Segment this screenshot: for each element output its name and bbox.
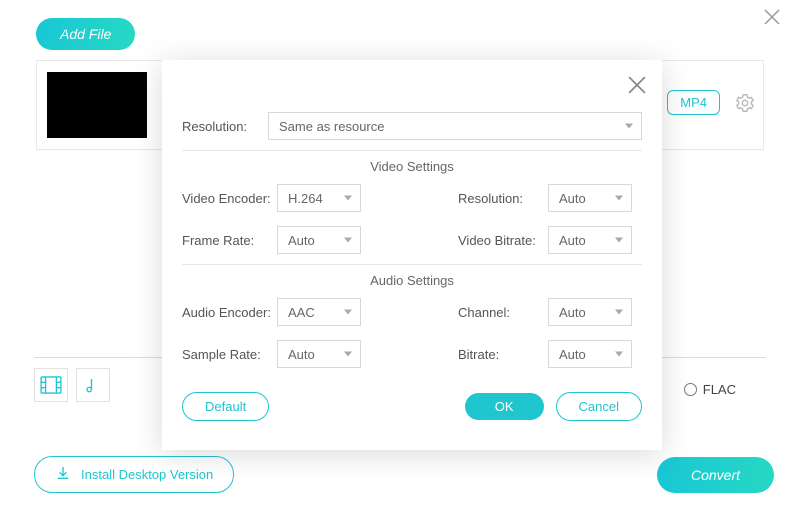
resolution-label: Resolution: bbox=[182, 119, 254, 134]
app-close-icon[interactable] bbox=[764, 8, 780, 31]
video-bitrate-select[interactable]: Auto bbox=[548, 226, 632, 254]
chevron-down-icon bbox=[615, 310, 623, 315]
frame-rate-label: Frame Rate: bbox=[182, 233, 277, 248]
chevron-down-icon bbox=[344, 352, 352, 357]
sample-rate-label: Sample Rate: bbox=[182, 347, 277, 362]
audio-tab-icon[interactable] bbox=[76, 368, 110, 402]
cancel-button[interactable]: Cancel bbox=[556, 392, 642, 421]
resolution-select-value: Same as resource bbox=[279, 119, 385, 134]
sample-rate-select[interactable]: Auto bbox=[277, 340, 361, 368]
chevron-down-icon bbox=[344, 196, 352, 201]
resolution-select[interactable]: Same as resource bbox=[268, 112, 642, 140]
video-bitrate-value: Auto bbox=[559, 233, 586, 248]
video-thumbnail bbox=[47, 72, 147, 138]
video-resolution-select[interactable]: Auto bbox=[548, 184, 632, 212]
format-option-label: FLAC bbox=[703, 382, 736, 397]
output-format-badge[interactable]: MP4 bbox=[667, 90, 720, 115]
install-desktop-button[interactable]: Install Desktop Version bbox=[34, 456, 234, 493]
audio-bitrate-label: Bitrate: bbox=[458, 347, 553, 362]
add-file-button[interactable]: Add File bbox=[36, 18, 135, 50]
audio-encoder-label: Audio Encoder: bbox=[182, 305, 277, 320]
convert-button[interactable]: Convert bbox=[657, 457, 774, 493]
video-encoder-value: H.264 bbox=[288, 191, 323, 206]
video-tab-icon[interactable] bbox=[34, 368, 68, 402]
channel-select[interactable]: Auto bbox=[548, 298, 632, 326]
chevron-down-icon bbox=[615, 238, 623, 243]
format-option-flac[interactable]: FLAC bbox=[684, 382, 736, 397]
chevron-down-icon bbox=[344, 310, 352, 315]
video-encoder-label: Video Encoder: bbox=[182, 191, 277, 206]
radio-icon bbox=[684, 383, 697, 396]
gear-icon[interactable] bbox=[734, 92, 756, 114]
chevron-down-icon bbox=[344, 238, 352, 243]
chevron-down-icon bbox=[615, 352, 623, 357]
download-icon bbox=[55, 465, 71, 484]
audio-encoder-value: AAC bbox=[288, 305, 315, 320]
video-settings-title: Video Settings bbox=[182, 159, 642, 174]
channel-value: Auto bbox=[559, 305, 586, 320]
sample-rate-value: Auto bbox=[288, 347, 315, 362]
video-resolution-label: Resolution: bbox=[458, 191, 553, 206]
video-resolution-value: Auto bbox=[559, 191, 586, 206]
chevron-down-icon bbox=[615, 196, 623, 201]
frame-rate-value: Auto bbox=[288, 233, 315, 248]
frame-rate-select[interactable]: Auto bbox=[277, 226, 361, 254]
channel-label: Channel: bbox=[458, 305, 553, 320]
ok-button[interactable]: OK bbox=[465, 393, 544, 420]
install-desktop-label: Install Desktop Version bbox=[81, 467, 213, 482]
video-encoder-select[interactable]: H.264 bbox=[277, 184, 361, 212]
settings-modal: Resolution: Same as resource Video Setti… bbox=[162, 60, 662, 450]
default-button[interactable]: Default bbox=[182, 392, 269, 421]
audio-bitrate-select[interactable]: Auto bbox=[548, 340, 632, 368]
divider bbox=[182, 264, 642, 265]
audio-encoder-select[interactable]: AAC bbox=[277, 298, 361, 326]
close-icon[interactable] bbox=[628, 74, 646, 100]
chevron-down-icon bbox=[625, 124, 633, 129]
divider bbox=[182, 150, 642, 151]
audio-bitrate-value: Auto bbox=[559, 347, 586, 362]
video-bitrate-label: Video Bitrate: bbox=[458, 233, 553, 248]
audio-settings-title: Audio Settings bbox=[182, 273, 642, 288]
